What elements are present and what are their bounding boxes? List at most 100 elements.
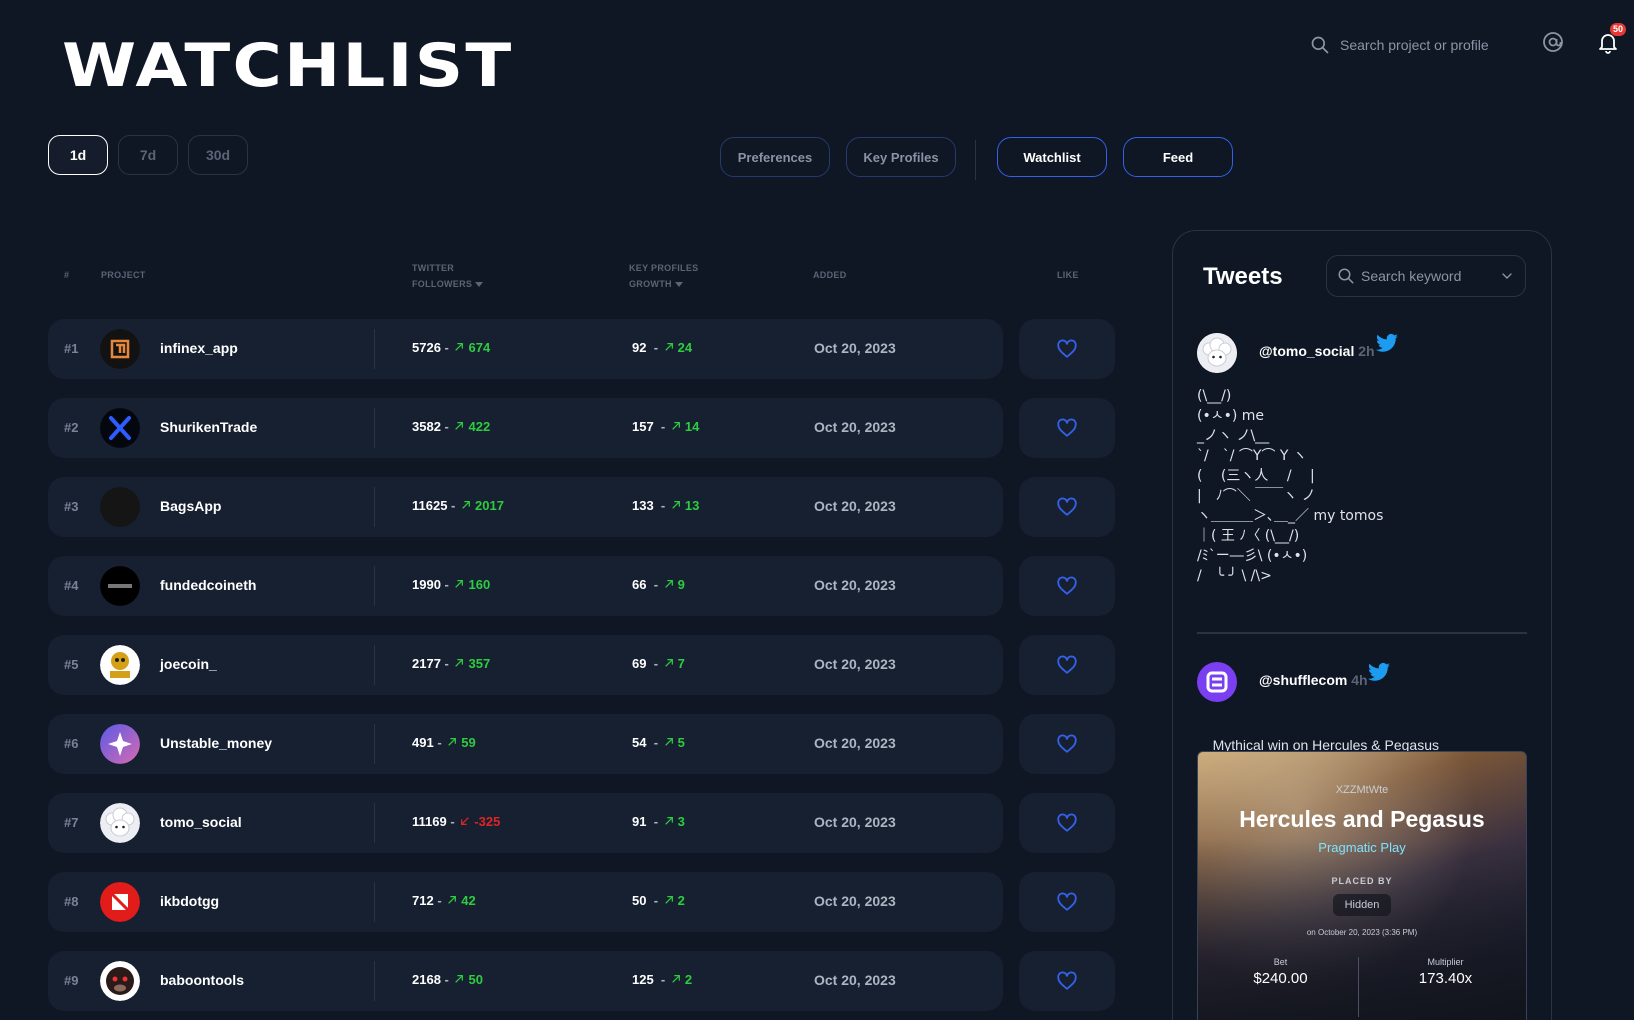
like-button[interactable] bbox=[1019, 872, 1115, 932]
range-1d-button[interactable]: 1d bbox=[48, 135, 108, 175]
row-divider bbox=[374, 487, 375, 527]
row-divider bbox=[374, 566, 375, 606]
project-name[interactable]: infinex_app bbox=[160, 340, 238, 356]
table-row[interactable]: #9 baboontools 2168 - 50 125 - 2 Oct 20, 202… bbox=[48, 951, 1003, 1011]
followers-delta-value: 50 bbox=[468, 972, 483, 987]
col-twitter-followers[interactable]: TWITTER FOLLOWERS bbox=[412, 260, 484, 292]
watchlist-button[interactable]: Watchlist bbox=[997, 137, 1107, 177]
table-row[interactable]: #4 fundedcoineth 1990 - 160 66 - 9 Oct 20, 2… bbox=[48, 556, 1003, 616]
col-key-profiles-growth[interactable]: KEY PROFILES GROWTH bbox=[629, 260, 698, 292]
project-avatar[interactable] bbox=[100, 487, 140, 527]
col-project: PROJECT bbox=[101, 270, 146, 280]
chevron-down-icon[interactable] bbox=[1499, 268, 1515, 284]
arrow-up-icon bbox=[452, 577, 468, 592]
card-bet-value: $240.00 bbox=[1253, 970, 1308, 987]
arrow-up-icon bbox=[662, 656, 678, 671]
notifications-button[interactable]: 50 bbox=[1592, 23, 1632, 60]
key-profiles-delta-value: 13 bbox=[684, 498, 700, 513]
project-avatar[interactable] bbox=[100, 566, 140, 606]
project-avatar[interactable] bbox=[100, 961, 140, 1001]
like-button[interactable] bbox=[1019, 556, 1115, 616]
project-avatar[interactable] bbox=[100, 882, 140, 922]
tweet-time: 2h bbox=[1358, 343, 1375, 359]
col-twitter-line1: TWITTER bbox=[412, 263, 455, 273]
followers-count: 11625 bbox=[412, 498, 448, 513]
like-button[interactable] bbox=[1019, 398, 1115, 458]
project-name[interactable]: Unstable_money bbox=[160, 735, 272, 751]
project-name[interactable]: BagsApp bbox=[160, 498, 221, 514]
like-button[interactable] bbox=[1019, 635, 1115, 695]
key-profiles-button[interactable]: Key Profiles bbox=[846, 137, 956, 177]
like-button[interactable] bbox=[1019, 319, 1115, 379]
row-rank: #8 bbox=[64, 894, 79, 909]
nav-divider bbox=[975, 140, 976, 180]
keyword-search-input[interactable] bbox=[1361, 268, 1491, 284]
preferences-button[interactable]: Preferences bbox=[720, 137, 830, 177]
key-profiles-delta-value: 2 bbox=[677, 893, 685, 908]
mention-icon[interactable] bbox=[1541, 30, 1565, 54]
tweet-handle[interactable]: @shufflecom 4h bbox=[1259, 672, 1368, 688]
key-profiles-delta: 5 bbox=[662, 735, 685, 750]
sort-caret-icon bbox=[674, 282, 683, 288]
twitter-bird-icon bbox=[1368, 662, 1390, 681]
project-avatar[interactable] bbox=[100, 329, 140, 369]
key-profiles-count: 125 bbox=[632, 972, 654, 987]
project-avatar[interactable] bbox=[100, 724, 140, 764]
card-multiplier: Multiplier 173.40x bbox=[1363, 957, 1526, 987]
followers-count: 2168 bbox=[412, 972, 441, 987]
col-added: ADDED bbox=[813, 270, 847, 280]
keyword-search[interactable] bbox=[1326, 255, 1526, 297]
tweet-text: (\__/) (•ㅅ•) me _ノヽ ノ\__ `/ `/ ⌒Y⌒ Y ヽ (… bbox=[1197, 388, 1384, 584]
followers-delta: 42 bbox=[445, 893, 476, 908]
like-button[interactable] bbox=[1019, 951, 1115, 1011]
table-row[interactable]: #6 Unstable_money 491 - 59 54 - 5 Oct 20, 20… bbox=[48, 714, 1003, 774]
col-key-line2: GROWTH bbox=[629, 279, 672, 289]
table-row[interactable]: #5 joecoin_ 2177 - 357 69 - 7 Oct 20, 2023 bbox=[48, 635, 1003, 695]
twitter-followers: 11169 - -325 bbox=[412, 814, 501, 829]
twitter-followers: 5726 - 674 bbox=[412, 340, 491, 355]
table-row[interactable]: #8 ikbdotgg 712 - 42 50 - 2 Oct 20, 2023 bbox=[48, 872, 1003, 932]
twitter-followers: 491 - 59 bbox=[412, 735, 476, 750]
project-name[interactable]: ikbdotgg bbox=[160, 893, 219, 909]
project-name[interactable]: tomo_social bbox=[160, 814, 242, 830]
feed-button[interactable]: Feed bbox=[1123, 137, 1233, 177]
range-30d-button[interactable]: 30d bbox=[188, 135, 248, 175]
card-placed-by-label: PLACED BY bbox=[1331, 876, 1393, 886]
key-profiles-delta-value: 24 bbox=[677, 340, 693, 355]
table-row[interactable]: #2 ShurikenTrade 3582 - 422 157 - 14 Oct 20,… bbox=[48, 398, 1003, 458]
project-search-input[interactable] bbox=[1340, 37, 1510, 53]
shuffle-avatar[interactable] bbox=[1197, 662, 1237, 702]
like-button[interactable] bbox=[1019, 714, 1115, 774]
card-bet-label: Bet bbox=[1273, 957, 1288, 967]
row-rank: #1 bbox=[64, 341, 79, 356]
top-search[interactable] bbox=[1310, 30, 1510, 60]
twitter-followers: 2177 - 357 bbox=[412, 656, 491, 671]
tomo-avatar[interactable] bbox=[1197, 333, 1237, 373]
project-avatar[interactable] bbox=[100, 645, 140, 685]
project-name[interactable]: ShurikenTrade bbox=[160, 419, 257, 435]
tweet-handle[interactable]: @tomo_social 2h bbox=[1259, 343, 1375, 359]
range-7d-button[interactable]: 7d bbox=[118, 135, 178, 175]
project-avatar[interactable] bbox=[100, 803, 140, 843]
key-profiles-count: 66 bbox=[632, 577, 647, 592]
added-date: Oct 20, 2023 bbox=[814, 498, 896, 514]
table-row[interactable]: #7 tomo_social 11169 - -325 91 - 3 Oct 20, 2… bbox=[48, 793, 1003, 853]
like-button[interactable] bbox=[1019, 477, 1115, 537]
tweet-media-card[interactable]: XZZMtWte Hercules and Pegasus Pragmatic … bbox=[1197, 751, 1527, 1020]
followers-delta: 357 bbox=[452, 656, 490, 671]
key-profiles-growth: 133 - 13 bbox=[632, 498, 700, 513]
card-game-title: Hercules and Pegasus bbox=[1239, 806, 1485, 832]
table-row[interactable]: #3 BagsApp 11625 - 2017 133 - 13 Oct 20, 202… bbox=[48, 477, 1003, 537]
like-button[interactable] bbox=[1019, 793, 1115, 853]
followers-delta: 422 bbox=[452, 419, 490, 434]
followers-count: 712 bbox=[412, 893, 434, 908]
project-name[interactable]: joecoin_ bbox=[160, 656, 217, 672]
project-name[interactable]: fundedcoineth bbox=[160, 577, 256, 593]
project-avatar[interactable] bbox=[100, 408, 140, 448]
followers-delta: 2017 bbox=[459, 498, 504, 513]
project-name[interactable]: baboontools bbox=[160, 972, 244, 988]
row-rank: #7 bbox=[64, 815, 79, 830]
key-profiles-growth: 66 - 9 bbox=[632, 577, 685, 592]
table-row[interactable]: #1 infinex_app 5726 - 674 92 - 24 Oct 20, 20… bbox=[48, 319, 1003, 379]
tweet-handle-text: @shufflecom bbox=[1259, 672, 1348, 688]
